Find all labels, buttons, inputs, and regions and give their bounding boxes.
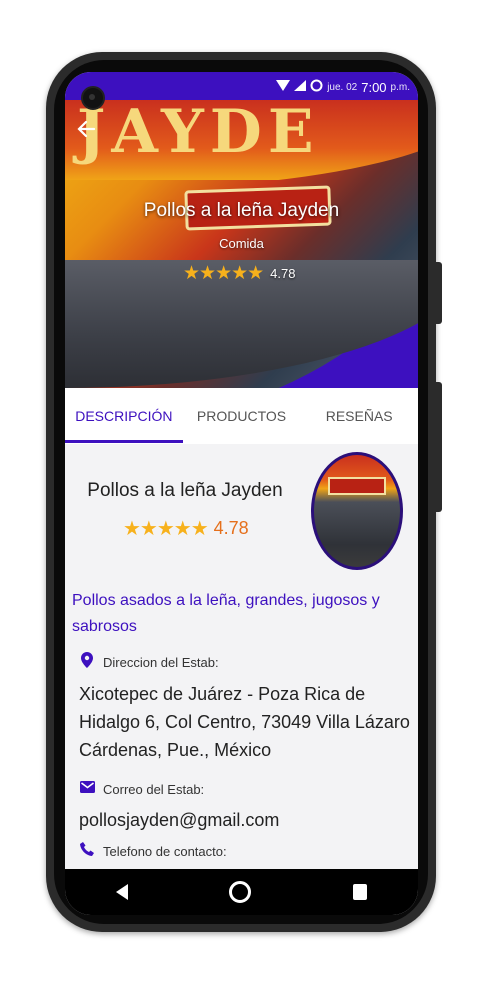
star-rating-icon: ★★★★★ bbox=[123, 518, 209, 540]
business-rating: ★★★★★ 4.78 bbox=[123, 516, 249, 541]
address-label: Direccion del Estab: bbox=[103, 655, 219, 670]
tab-productos[interactable]: PRODUCTOS bbox=[183, 388, 301, 444]
battery-icon bbox=[310, 79, 323, 95]
status-date: jue. 02 bbox=[327, 81, 358, 93]
tab-bar: DESCRIPCIÓN PRODUCTOS RESEÑAS bbox=[65, 388, 418, 444]
phone-icon bbox=[79, 842, 95, 861]
business-avatar bbox=[311, 452, 403, 570]
app-screen: jue. 02 7:00 p.m. JAYDE Pollos a la leña… bbox=[65, 72, 418, 915]
hero-category: Comida bbox=[219, 236, 264, 251]
location-pin-icon bbox=[79, 652, 95, 673]
back-arrow-icon[interactable] bbox=[77, 120, 96, 142]
status-period: p.m. bbox=[390, 81, 410, 93]
mail-icon bbox=[79, 780, 95, 798]
description-panel: Pollos a la leña Jayden ★★★★★ 4.78 Pollo… bbox=[65, 444, 418, 864]
tab-resenas[interactable]: RESEÑAS bbox=[300, 388, 418, 444]
power-button[interactable] bbox=[436, 262, 442, 324]
business-name: Pollos a la leña Jayden bbox=[87, 480, 283, 501]
business-description: Pollos asados a la leña, grandes, jugoso… bbox=[72, 592, 380, 635]
address-label-row: Direccion del Estab: bbox=[79, 652, 219, 673]
star-rating-icon: ★★★★★ bbox=[183, 263, 264, 284]
status-time: 7:00 bbox=[361, 79, 387, 95]
nav-recents-icon[interactable] bbox=[353, 884, 368, 900]
volume-button[interactable] bbox=[436, 382, 442, 512]
tab-descripcion[interactable]: DESCRIPCIÓN bbox=[65, 388, 183, 444]
address-value: Xicotepec de Juárez - Poza Rica de Hidal… bbox=[79, 684, 410, 760]
status-indicators: jue. 02 7:00 p.m. bbox=[276, 79, 410, 95]
email-value[interactable]: pollosjayden@gmail.com bbox=[79, 806, 414, 834]
hero-sign-text: JAYDE bbox=[77, 100, 320, 167]
avatar-banner bbox=[328, 477, 386, 495]
active-tab-indicator bbox=[65, 440, 183, 443]
front-camera bbox=[81, 86, 105, 110]
phone-label: Telefono de contacto: bbox=[103, 844, 227, 859]
status-bar: jue. 02 7:00 p.m. bbox=[65, 72, 418, 100]
email-label: Correo del Estab: bbox=[103, 781, 205, 797]
hero-rating: ★★★★★ 4.78 bbox=[183, 262, 295, 285]
hero-title: Pollos a la leña Jayden bbox=[143, 200, 340, 221]
phone-label-row: Telefono de contacto: bbox=[79, 842, 227, 861]
wifi-icon bbox=[276, 80, 291, 94]
hero-rating-value: 4.78 bbox=[270, 266, 296, 281]
nav-home-icon[interactable] bbox=[229, 881, 252, 903]
system-navigation-bar bbox=[65, 869, 418, 915]
hero-header: JAYDE Pollos a la leña Jayden Comida ★★★… bbox=[65, 100, 418, 388]
email-label-row: Correo del Estab: bbox=[79, 780, 204, 798]
signal-icon bbox=[294, 80, 307, 94]
business-rating-value: 4.78 bbox=[213, 518, 249, 538]
nav-back-icon[interactable] bbox=[115, 884, 128, 900]
